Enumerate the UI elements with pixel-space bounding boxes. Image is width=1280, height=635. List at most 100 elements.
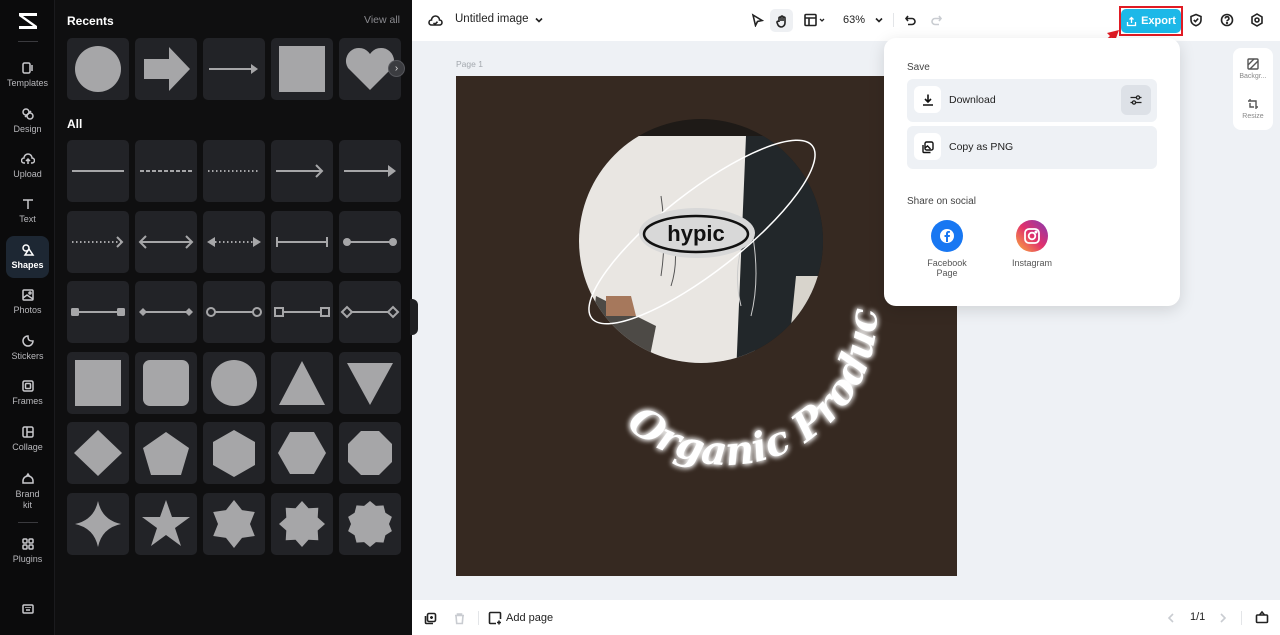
shape-tile-line[interactable] [67, 140, 129, 202]
left-rail: Templates Design Upload Text Shapes Phot… [0, 0, 55, 635]
hand-tool-button[interactable] [770, 9, 793, 32]
rail-item-shapes[interactable]: Shapes [6, 236, 49, 278]
rail-item-photos[interactable]: Photos [6, 281, 49, 323]
shape-tile-pentagon[interactable] [135, 422, 197, 484]
page-label: Page 1 [456, 59, 483, 69]
shape-tile-circle[interactable] [67, 38, 129, 100]
zoom-dropdown-button[interactable] [873, 14, 885, 26]
shape-tile-eight-point-star[interactable] [271, 492, 333, 555]
shape-tile-square-ends-line[interactable] [67, 281, 129, 343]
rail-item-plugins[interactable]: Plugins [6, 530, 49, 572]
cloud-icon [427, 14, 443, 26]
settings-button[interactable] [1249, 12, 1265, 28]
shape-tile-circle[interactable] [203, 351, 265, 414]
rounded-square-shape-icon [143, 359, 189, 406]
inverted-triangle-shape-icon [347, 362, 393, 405]
help-icon [1220, 13, 1234, 27]
keyboard-shortcuts-button[interactable] [6, 596, 49, 624]
rail-item-brand-kit[interactable]: Brand kit [6, 466, 49, 516]
hypic-logo: hypic [639, 208, 755, 258]
share-facebook-button[interactable]: Facebook Page [917, 220, 977, 278]
shape-tile-square-outline-ends-line[interactable] [271, 281, 333, 343]
download-settings-button[interactable] [1121, 85, 1151, 115]
shape-tile-dashed-line[interactable] [135, 140, 197, 202]
help-button[interactable] [1219, 12, 1235, 28]
shape-tile-diamond-ends-line[interactable] [135, 281, 197, 343]
shape-tile-diamond[interactable] [67, 422, 129, 484]
shape-tile-rounded-square[interactable] [135, 351, 197, 414]
shape-tile-diamond-outline-ends-line[interactable] [339, 281, 401, 343]
shape-tile-octagon[interactable] [339, 422, 401, 484]
shape-tile-arrow-line-filled[interactable] [339, 140, 401, 202]
rail-item-text[interactable]: Text [6, 190, 49, 232]
square-shape-icon [75, 359, 121, 406]
rail-divider [18, 41, 38, 42]
shape-tile-arrow-line[interactable] [271, 140, 333, 202]
shape-tile-bar-ends-line[interactable] [271, 210, 333, 273]
shape-tile-square[interactable] [271, 38, 333, 100]
page-panel-icon [1255, 610, 1269, 624]
shape-tile-dotted-arrow[interactable] [67, 210, 129, 273]
rail-item-upload[interactable]: Upload [6, 145, 49, 187]
download-option[interactable]: Download [907, 79, 1157, 122]
recents-next-button[interactable]: › [388, 60, 405, 77]
copy-png-option[interactable]: Copy as PNG [907, 126, 1157, 169]
redo-button[interactable] [928, 12, 944, 28]
shape-tile-square[interactable] [67, 351, 129, 414]
instagram-icon [1016, 220, 1048, 252]
next-page-button[interactable] [1216, 610, 1230, 626]
shape-tile-circle-outline-ends-line[interactable] [203, 281, 265, 343]
delete-page-button[interactable] [451, 610, 467, 626]
document-title[interactable]: Untitled image [455, 13, 529, 25]
dot-ends-line-shape-icon [343, 237, 397, 246]
security-button[interactable] [1188, 12, 1204, 28]
title-dropdown-button[interactable] [533, 14, 545, 26]
artboard[interactable]: hypic Organic Product [456, 76, 957, 576]
cloud-sync-button[interactable] [427, 12, 443, 28]
shape-tile-ten-point-star[interactable] [339, 492, 401, 555]
undo-button[interactable] [902, 12, 918, 28]
redo-icon [930, 15, 942, 25]
prev-page-button[interactable] [1164, 610, 1178, 626]
background-tool[interactable]: Backgr... [1233, 58, 1273, 80]
rail-item-frames[interactable]: Frames [6, 372, 49, 414]
shape-tile-block-arrow[interactable] [135, 38, 197, 100]
shape-tile-five-point-star[interactable] [135, 492, 197, 555]
resize-tool[interactable]: Resize [1233, 98, 1273, 120]
layout-dropdown-button[interactable] [802, 11, 830, 29]
rail-item-stickers[interactable]: Stickers [6, 327, 49, 369]
resize-icon [1248, 99, 1258, 109]
shape-tile-four-point-star[interactable] [67, 492, 129, 555]
text-icon [22, 199, 33, 209]
share-instagram-button[interactable]: Instagram [1002, 220, 1062, 268]
capcut-logo-icon[interactable] [14, 10, 42, 32]
add-page-button[interactable]: Add page [488, 609, 584, 627]
zoom-level[interactable]: 63% [843, 14, 865, 26]
shape-tile-triangle[interactable] [271, 351, 333, 414]
shape-tile-hexagon[interactable] [203, 422, 265, 484]
shape-tile-double-arrow[interactable] [135, 210, 197, 273]
page-counter: 1/1 [1190, 611, 1206, 623]
circle-outline-ends-line-shape-icon [206, 307, 262, 317]
page-panel-toggle[interactable] [1254, 609, 1270, 625]
diamond-ends-line-shape-icon [139, 308, 193, 316]
shape-tile-dotted-double-arrow-filled[interactable] [203, 210, 265, 273]
shape-tile-arrow-line[interactable] [203, 38, 265, 100]
shape-tile-six-point-star[interactable] [203, 492, 265, 555]
rail-item-collage[interactable]: Collage [6, 418, 49, 460]
trash-icon [454, 612, 464, 624]
pentagon-shape-icon [143, 432, 189, 475]
shape-tile-hexagon-flat[interactable] [271, 422, 333, 484]
diamond-shape-icon [74, 430, 122, 476]
rail-item-design[interactable]: Design [6, 100, 49, 142]
rail-item-templates[interactable]: Templates [6, 54, 49, 96]
duplicate-page-button[interactable] [422, 610, 438, 626]
svg-text:hypic: hypic [667, 221, 724, 246]
view-all-link[interactable]: View all [364, 14, 400, 26]
collapse-panel-handle[interactable] [410, 299, 418, 335]
shape-tile-dotted-line[interactable] [203, 140, 265, 202]
select-tool-button[interactable] [748, 11, 766, 29]
shape-tile-inverted-triangle[interactable] [339, 351, 401, 414]
square-shape-icon [279, 46, 325, 92]
shape-tile-dot-ends-line[interactable] [339, 210, 401, 273]
